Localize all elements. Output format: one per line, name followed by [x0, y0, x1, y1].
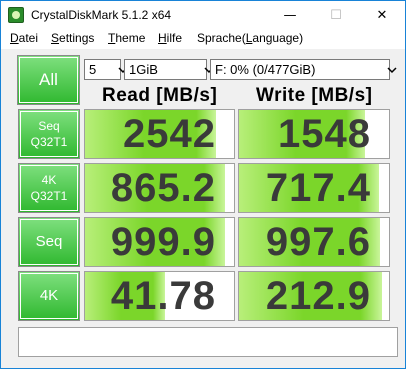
seq-q32t1-write-cell: 1548	[238, 109, 390, 159]
test-count-value: 5	[89, 62, 97, 77]
4k-q32t1-button[interactable]: 4K Q32T1	[18, 163, 80, 213]
drive-select[interactable]: F: 0% (0/477GiB)	[210, 59, 397, 80]
test-size-select[interactable]: 1GiB	[124, 59, 214, 80]
comment-input[interactable]	[18, 327, 398, 357]
4k-q32t1-read-cell: 865.2	[84, 163, 235, 213]
menu-settings[interactable]: Settings	[51, 30, 94, 46]
seq-button[interactable]: Seq	[18, 217, 80, 267]
app-window: CrystalDiskMark 5.1.2 x64 — ☐ ✕ Datei Se…	[0, 0, 406, 369]
menu-settings-accel: S	[51, 31, 60, 45]
menu-theme[interactable]: Theme	[108, 30, 145, 46]
menu-datei-label: atei	[18, 31, 39, 45]
4k-write-cell: 212.9	[238, 271, 390, 321]
row-label-main: 4K	[39, 286, 59, 304]
seq-q32t1-button[interactable]: Seq Q32T1	[18, 109, 80, 159]
menu-language-label-end: anguage)	[252, 31, 304, 45]
write-value: 717.4	[265, 166, 371, 210]
menu-hilfe[interactable]: Hilfe	[158, 30, 182, 46]
menu-bar: Datei Settings Theme Hilfe Sprache(Langu…	[1, 29, 405, 49]
read-value: 999.9	[110, 220, 216, 264]
write-value: 997.6	[265, 220, 371, 264]
app-icon	[8, 7, 24, 23]
menu-settings-label: ettings	[59, 31, 95, 45]
menu-language[interactable]: Sprache(Language)	[197, 30, 303, 46]
title-bar: CrystalDiskMark 5.1.2 x64 — ☐ ✕	[1, 1, 405, 29]
read-value: 41.78	[110, 274, 216, 318]
menu-datei-accel: D	[10, 31, 19, 45]
menu-theme-label: heme	[115, 31, 146, 45]
4k-read-cell: 41.78	[84, 271, 235, 321]
4k-button[interactable]: 4K	[18, 271, 80, 321]
row-label-main: 4K	[41, 172, 57, 187]
write-value: 1548	[278, 112, 371, 156]
window-title: CrystalDiskMark 5.1.2 x64	[31, 8, 172, 22]
read-value: 2542	[123, 112, 216, 156]
row-label-main: Seq	[38, 118, 60, 133]
seq-write-cell: 997.6	[238, 217, 390, 267]
read-header: Read [MB/s]	[102, 85, 218, 106]
test-size-value: 1GiB	[129, 62, 158, 77]
maximize-button[interactable]: ☐	[313, 1, 359, 29]
close-button[interactable]: ✕	[359, 1, 405, 29]
read-value: 865.2	[110, 166, 216, 210]
write-header: Write [MB/s]	[256, 85, 373, 106]
menu-hilfe-label: ilfe	[166, 31, 183, 45]
seq-q32t1-read-cell: 2542	[84, 109, 235, 159]
write-value: 212.9	[265, 274, 371, 318]
4k-q32t1-write-cell: 717.4	[238, 163, 390, 213]
seq-read-cell: 999.9	[84, 217, 235, 267]
minimize-button[interactable]: —	[267, 1, 313, 29]
row-label-sub: Q32T1	[30, 189, 68, 203]
menu-language-label: Sprache(	[197, 31, 246, 45]
row-label-sub: Q32T1	[30, 135, 68, 149]
drive-value: F: 0% (0/477GiB)	[215, 62, 316, 77]
all-button[interactable]: All	[17, 55, 80, 105]
test-count-select[interactable]: 5	[84, 59, 128, 80]
row-label-main: Seq	[35, 232, 63, 250]
menu-hilfe-accel: H	[158, 31, 167, 45]
menu-datei[interactable]: Datei	[10, 30, 38, 46]
